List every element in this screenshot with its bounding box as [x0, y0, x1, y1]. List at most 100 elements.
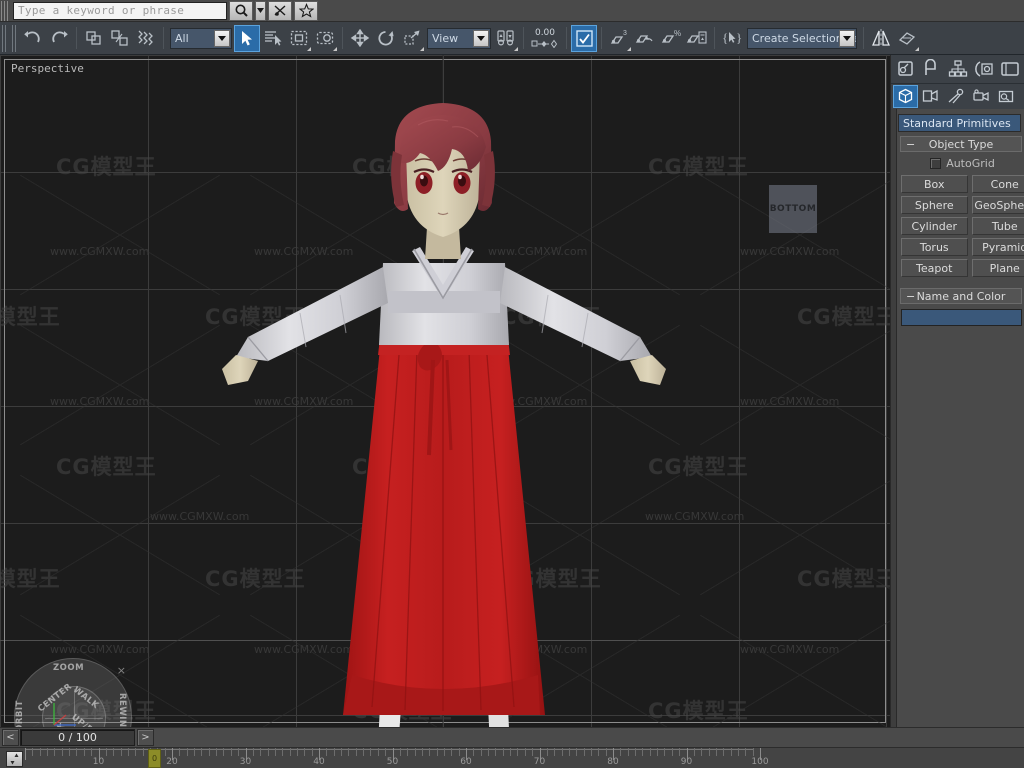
main-toolbar-grip[interactable]	[2, 24, 7, 52]
helpers-subtab[interactable]	[993, 85, 1018, 108]
display-tab[interactable]	[997, 56, 1023, 82]
ruler-tick-label: 100	[751, 757, 769, 767]
command-panel-subtabs	[891, 83, 1024, 109]
ruler-tick-minor	[113, 748, 115, 756]
modify-tab[interactable]	[919, 56, 945, 82]
collapse-icon-2[interactable]: −	[906, 290, 915, 303]
sphere-button[interactable]: Sphere	[901, 196, 968, 214]
maxscript-icon[interactable]	[268, 0, 292, 21]
select-and-scale-button[interactable]	[399, 25, 425, 52]
search-input[interactable]: Type a keyword or phrase	[13, 1, 227, 20]
favorites-star-icon[interactable]	[294, 0, 318, 21]
mirror-spinner[interactable]: 0.00	[528, 27, 562, 48]
shapes-subtab[interactable]	[918, 85, 943, 108]
ruler-track[interactable]: 10 20 30 40 50 60 70 80 90 100	[25, 748, 1024, 768]
percent-snap-toggle-button[interactable]	[632, 25, 658, 52]
flyout-indicator-4	[514, 46, 518, 51]
axis-tripod	[53, 703, 76, 726]
ruler-tick-minor	[208, 748, 210, 756]
flyout-indicator-5	[627, 46, 631, 51]
frame-display[interactable]: 0 / 100	[20, 729, 135, 746]
autogrid-row: AutoGrid	[891, 154, 1024, 172]
wheel-zoom-label[interactable]: ZOOM	[53, 663, 84, 673]
pyramid-button[interactable]: Pyramid	[971, 238, 1024, 256]
align-button[interactable]	[894, 25, 920, 52]
time-ruler[interactable]: 10 20 30 40 50 60 70 80 90 100 0	[0, 747, 1024, 768]
snaps-toggle-button[interactable]	[571, 24, 597, 52]
search-icon[interactable]	[229, 0, 253, 21]
edit-named-selection-sets-button[interactable]: {}	[719, 25, 745, 52]
flyout-indicator-3	[420, 46, 424, 51]
viewport-label[interactable]: Perspective	[11, 62, 84, 75]
select-and-link-button[interactable]	[81, 25, 107, 52]
spinner-value: 0.00	[534, 27, 556, 38]
ruler-tick-minor	[238, 748, 240, 756]
ruler-tick-minor	[568, 748, 570, 756]
select-and-move-button[interactable]	[347, 25, 373, 52]
ruler-tick-minor	[216, 748, 218, 756]
mirror-button[interactable]	[868, 25, 894, 52]
reference-coordinate-arrow[interactable]	[473, 29, 489, 47]
cameras-subtab[interactable]	[968, 85, 993, 108]
select-and-rotate-button[interactable]	[373, 25, 399, 52]
object-name-input[interactable]	[901, 309, 1022, 326]
geosphere-button[interactable]: GeoSphere	[971, 196, 1024, 214]
teapot-button[interactable]: Teapot	[901, 259, 968, 277]
next-frame-button[interactable]: >	[137, 729, 154, 746]
name-and-color-rollout-header[interactable]: − Name and Color	[900, 288, 1022, 304]
ruler-tick-minor	[47, 748, 49, 756]
motion-tab[interactable]	[971, 56, 997, 82]
tube-button[interactable]: Tube	[971, 217, 1024, 235]
prev-frame-button[interactable]: <	[2, 729, 19, 746]
redo-button[interactable]	[46, 25, 72, 52]
view-cube[interactable]: BOTTOM	[769, 185, 817, 233]
ruler-tick-label: 40	[313, 757, 325, 767]
collapse-icon[interactable]: −	[906, 138, 915, 151]
use-pivot-point-center-button[interactable]	[493, 25, 519, 52]
reference-coordinate-combo[interactable]: View	[427, 27, 491, 49]
perspective-viewport[interactable]: CG模型王 CG模型王 CG模型王 CG模型王 CG模型王 CG模型王 CG模型…	[0, 55, 890, 727]
bind-space-warp-button[interactable]	[133, 25, 159, 52]
toolbar-grip[interactable]	[1, 0, 9, 21]
lights-subtab[interactable]	[943, 85, 968, 108]
rectangular-selection-region-button[interactable]	[286, 25, 312, 52]
wheel-orbit-label[interactable]: ORBIT	[15, 700, 25, 727]
autogrid-checkbox[interactable]	[930, 157, 942, 169]
select-object-button[interactable]	[234, 24, 260, 52]
wheel-rewind-label[interactable]: REWIND	[117, 693, 127, 727]
character-model[interactable]	[0, 55, 890, 727]
ruler-tick-minor	[230, 748, 232, 756]
time-slider-handle[interactable]: 0	[148, 749, 161, 768]
ruler-tick-minor	[664, 748, 666, 756]
selection-filter-arrow[interactable]	[214, 29, 230, 47]
ruler-tick-minor	[480, 748, 482, 756]
ruler-tick-minor	[105, 748, 107, 756]
window-crossing-button[interactable]	[312, 25, 338, 52]
undo-button[interactable]	[20, 25, 46, 52]
hierarchy-tab[interactable]	[945, 56, 971, 82]
chevron-down-icon[interactable]	[255, 0, 266, 21]
select-by-name-button[interactable]	[260, 25, 286, 52]
key-mode-toggle-button[interactable]	[6, 751, 23, 767]
spinner-snap-toggle-button[interactable]: %	[658, 25, 684, 52]
primitives-category-combo[interactable]: Standard Primitives	[898, 114, 1021, 132]
selection-filter-combo[interactable]: All	[170, 27, 232, 49]
main-toolbar-grip-2[interactable]	[12, 24, 17, 52]
object-type-rollout-header[interactable]: − Object Type	[900, 136, 1022, 152]
torus-button[interactable]: Torus	[901, 238, 968, 256]
create-tab[interactable]	[893, 56, 919, 82]
named-selection-set-combo[interactable]: Create Selection Set	[747, 27, 857, 49]
box-button[interactable]: Box	[901, 175, 968, 193]
angle-snap-toggle-button[interactable]: 3	[606, 25, 632, 52]
view-cube-face-label: BOTTOM	[769, 204, 817, 214]
unlink-selection-button[interactable]	[107, 25, 133, 52]
command-panel-scroll-track[interactable]	[891, 109, 897, 727]
snap-settings-button[interactable]	[684, 25, 710, 52]
geometry-subtab[interactable]	[893, 85, 918, 108]
ruler-tick-minor	[135, 748, 137, 756]
close-icon[interactable]: ×	[117, 664, 126, 677]
plane-button[interactable]: Plane	[971, 259, 1024, 277]
named-selection-set-arrow[interactable]	[839, 29, 855, 47]
cone-button[interactable]: Cone	[971, 175, 1024, 193]
cylinder-button[interactable]: Cylinder	[901, 217, 968, 235]
